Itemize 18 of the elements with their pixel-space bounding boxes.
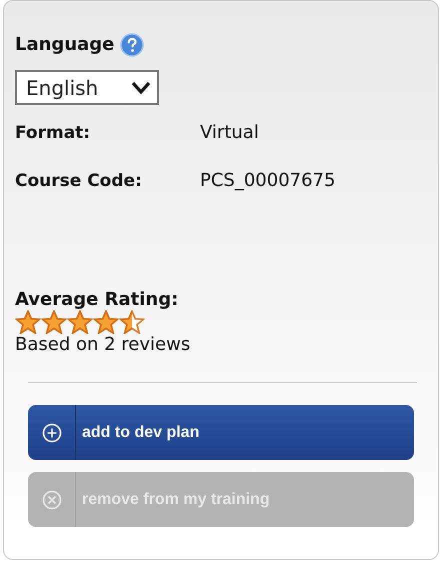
field-label: Course Code: (15, 170, 143, 192)
star-icon (93, 310, 119, 334)
language-label: Language (15, 33, 114, 57)
plus-circle-icon (42, 422, 62, 442)
add-button[interactable]: add to dev plan (28, 405, 414, 460)
rating-label: Average Rating: (15, 290, 180, 310)
star-icon (15, 310, 41, 334)
help-icon[interactable] (120, 32, 144, 56)
field-label: Format: (15, 122, 92, 145)
language-dropdown[interactable]: English (15, 70, 159, 105)
field-value: PCS_00007675 (200, 168, 336, 192)
star-icon (119, 310, 145, 334)
field-value: Virtual (200, 121, 259, 145)
close-circle-icon (42, 490, 62, 510)
star-icon (41, 310, 67, 334)
chevron-down-icon (131, 80, 151, 94)
review-count: Based on 2 reviews (15, 334, 192, 356)
star-icon (67, 310, 93, 334)
